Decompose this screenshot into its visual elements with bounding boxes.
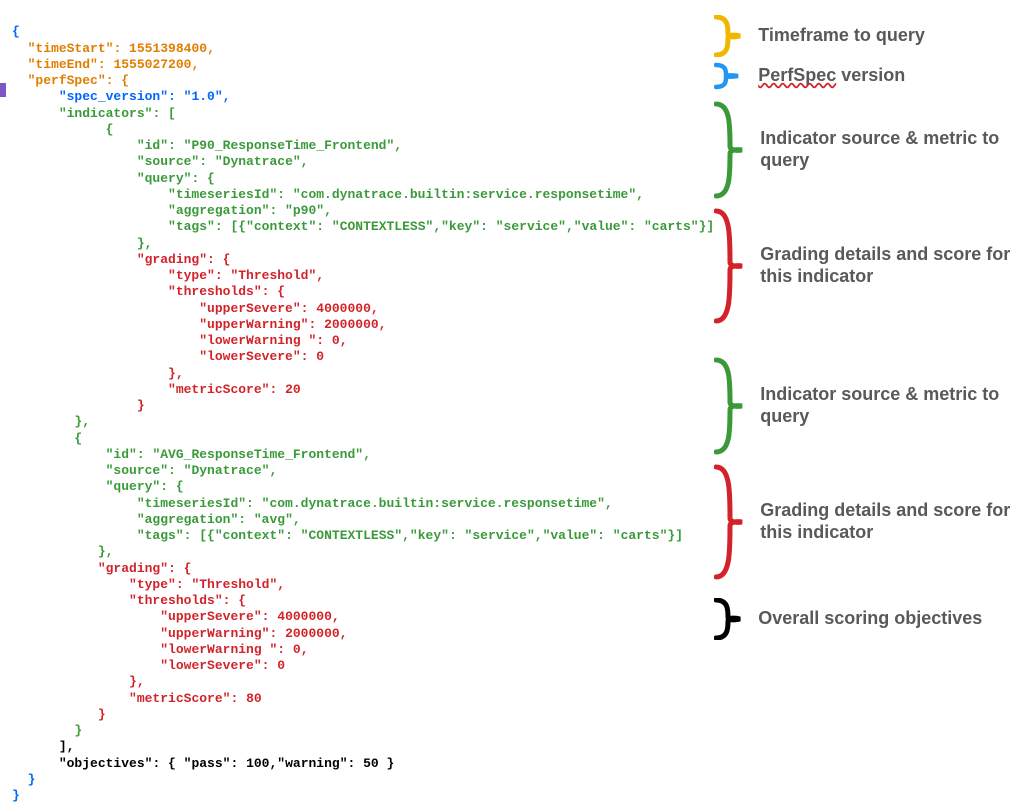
bracket-icon — [714, 462, 746, 582]
annotation-objectives: Overall scoring objectives — [758, 608, 982, 630]
bracket-icon — [714, 62, 744, 90]
bracket-icon — [714, 598, 744, 640]
edit-marker — [0, 83, 6, 97]
annotation-grading-1: Grading details and score for this indic… — [760, 244, 1012, 287]
annotation-column: Timeframe to query PerfSpec version Indi… — [714, 8, 1012, 668]
document-root: { "timeStart": 1551398400, "timeEnd": 15… — [12, 8, 1012, 804]
annotation-timeframe: Timeframe to query — [758, 25, 925, 47]
bracket-icon — [714, 356, 746, 456]
bracket-icon — [714, 15, 744, 57]
bracket-icon — [714, 206, 746, 326]
annotation-indicator-2: Indicator source & metric to query — [760, 384, 1012, 427]
annotation-grading-2: Grading details and score for this indic… — [760, 500, 1012, 543]
annotation-indicator-1: Indicator source & metric to query — [760, 128, 1012, 171]
annotation-perfspec-version: PerfSpec version — [758, 65, 905, 87]
bracket-icon — [714, 100, 746, 200]
json-code-block: { "timeStart": 1551398400, "timeEnd": 15… — [12, 8, 714, 804]
